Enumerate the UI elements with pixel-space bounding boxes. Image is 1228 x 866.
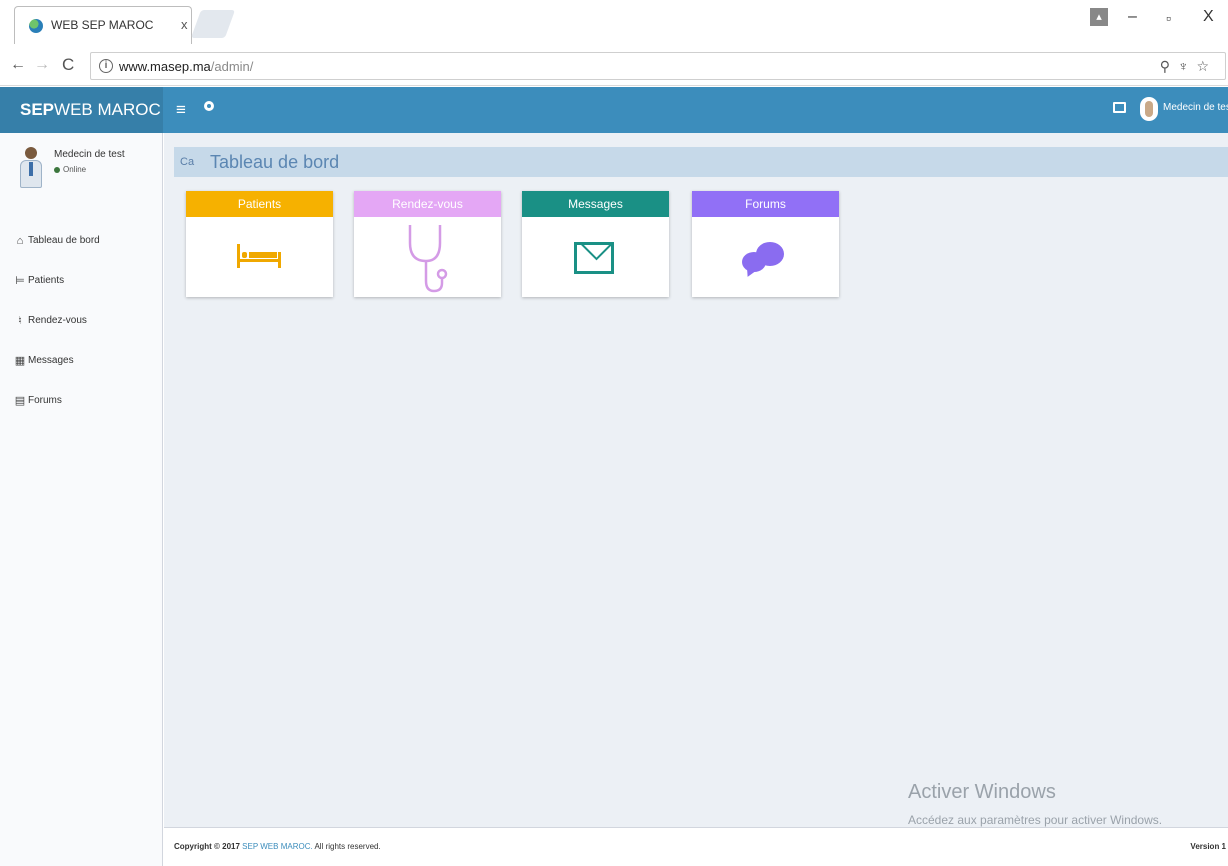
activation-watermark-text: Accédez aux paramètres pour activer Wind… (908, 813, 1163, 827)
favicon-icon (29, 19, 43, 33)
sidebar-item-messages[interactable]: ▦ Messages (0, 345, 162, 385)
mail-icon[interactable] (1113, 102, 1126, 113)
status-dot-icon (54, 166, 60, 173)
sidebar-item-patients[interactable]: ⊨ Patients (0, 265, 162, 305)
settings-icon[interactable] (204, 101, 214, 111)
restore-button[interactable]: ▫ (1166, 10, 1171, 26)
card-rendez-vous[interactable]: Rendez-vous (354, 191, 501, 297)
card-messages[interactable]: Messages (522, 191, 669, 297)
copyright-text: Copyright © 2017 SEP WEB MAROC. All righ… (174, 842, 381, 851)
omnibox-actions[interactable]: ⚲♆☆ (1160, 58, 1217, 75)
card-body (186, 217, 333, 297)
avatar[interactable] (1140, 97, 1158, 121)
card-patients[interactable]: Patients (186, 191, 333, 297)
footer: Copyright © 2017 SEP WEB MAROC. All righ… (164, 827, 1228, 866)
new-tab-button[interactable] (190, 10, 236, 38)
bed-icon: ⊨ (15, 275, 25, 287)
header-user-name[interactable]: Medecin de test (1163, 102, 1228, 113)
envelope-icon (574, 242, 614, 274)
page-title: Tableau de bord (210, 152, 340, 172)
stethoscope-icon (408, 225, 448, 293)
browser-tab[interactable]: WEB SEP MAROC x (14, 6, 192, 44)
logo[interactable]: SEPWEB MAROC (0, 87, 163, 133)
browser-tab-bar: WEB SEP MAROC x ▴ – ▫ X (0, 0, 1228, 46)
info-icon[interactable]: i (99, 59, 113, 73)
activation-watermark-title: Activer Windows (908, 781, 1056, 803)
card-forums[interactable]: Forums (692, 191, 839, 297)
card-header: Rendez-vous (354, 191, 501, 217)
url-text: www.masep.ma/admin/ (119, 59, 254, 74)
brand-link[interactable]: SEP WEB MAROC. (242, 842, 313, 851)
address-bar: ← → C i www.masep.ma/admin/ ⚲♆☆ (0, 46, 1228, 86)
sidebar-item-label: Forums (28, 395, 62, 406)
sidebar-user-name: Medecin de test (54, 149, 125, 160)
card-header: Patients (186, 191, 333, 217)
card-body (354, 217, 501, 297)
chat-icon (742, 240, 790, 280)
tab-title: WEB SEP MAROC (51, 18, 154, 32)
url-input[interactable]: i www.masep.ma/admin/ ⚲♆☆ (90, 52, 1226, 80)
bed-icon (237, 244, 281, 268)
breadcrumb: Ca Tableau de bord (174, 147, 1228, 177)
sidebar-item-forums[interactable]: ▤ Forums (0, 385, 162, 425)
forum-icon: ▤ (14, 395, 26, 407)
sidebar-item-rendez-vous[interactable]: ♮ Rendez-vous (0, 305, 162, 345)
sidebar-item-label: Patients (28, 275, 65, 286)
card-header: Forums (692, 191, 839, 217)
reload-icon[interactable]: C (62, 55, 74, 75)
version-label: Version 1 (1190, 842, 1226, 851)
card-header: Messages (522, 191, 669, 217)
sidebar: Medecin de test Online ⌂ Tableau de bord… (0, 133, 163, 866)
minimize-button[interactable]: – (1128, 8, 1137, 26)
online-status: Online (54, 165, 86, 174)
doctor-avatar (18, 147, 44, 191)
main-content: Ca Tableau de bord Patients Rendez-vous … (164, 133, 1228, 827)
sidebar-item-label: Rendez-vous (28, 315, 87, 326)
back-icon[interactable]: ← (10, 56, 26, 74)
sidebar-item-tableau-de-bord[interactable]: ⌂ Tableau de bord (0, 225, 162, 265)
close-window-button[interactable]: X (1203, 8, 1214, 26)
dashboard-icon: Ca (180, 156, 195, 168)
envelope-icon: ▦ (14, 355, 26, 367)
dashboard-icon: ⌂ (16, 235, 24, 247)
app-header: SEPWEB MAROC ≡ Medecin de test (0, 87, 1228, 133)
sidebar-menu: ⌂ Tableau de bord ⊨ Patients ♮ Rendez-vo… (0, 225, 162, 425)
tab-close-icon[interactable]: x (181, 17, 188, 32)
sidebar-item-label: Tableau de bord (28, 235, 100, 246)
forward-icon[interactable]: → (34, 56, 50, 74)
card-body (692, 217, 839, 297)
user-panel: Medecin de test Online (10, 143, 160, 199)
profile-icon[interactable]: ▴ (1090, 8, 1108, 26)
stethoscope-icon: ♮ (18, 315, 22, 327)
sidebar-item-label: Messages (28, 355, 74, 366)
sidebar-toggle-icon[interactable]: ≡ (176, 100, 186, 120)
card-body (522, 217, 669, 297)
